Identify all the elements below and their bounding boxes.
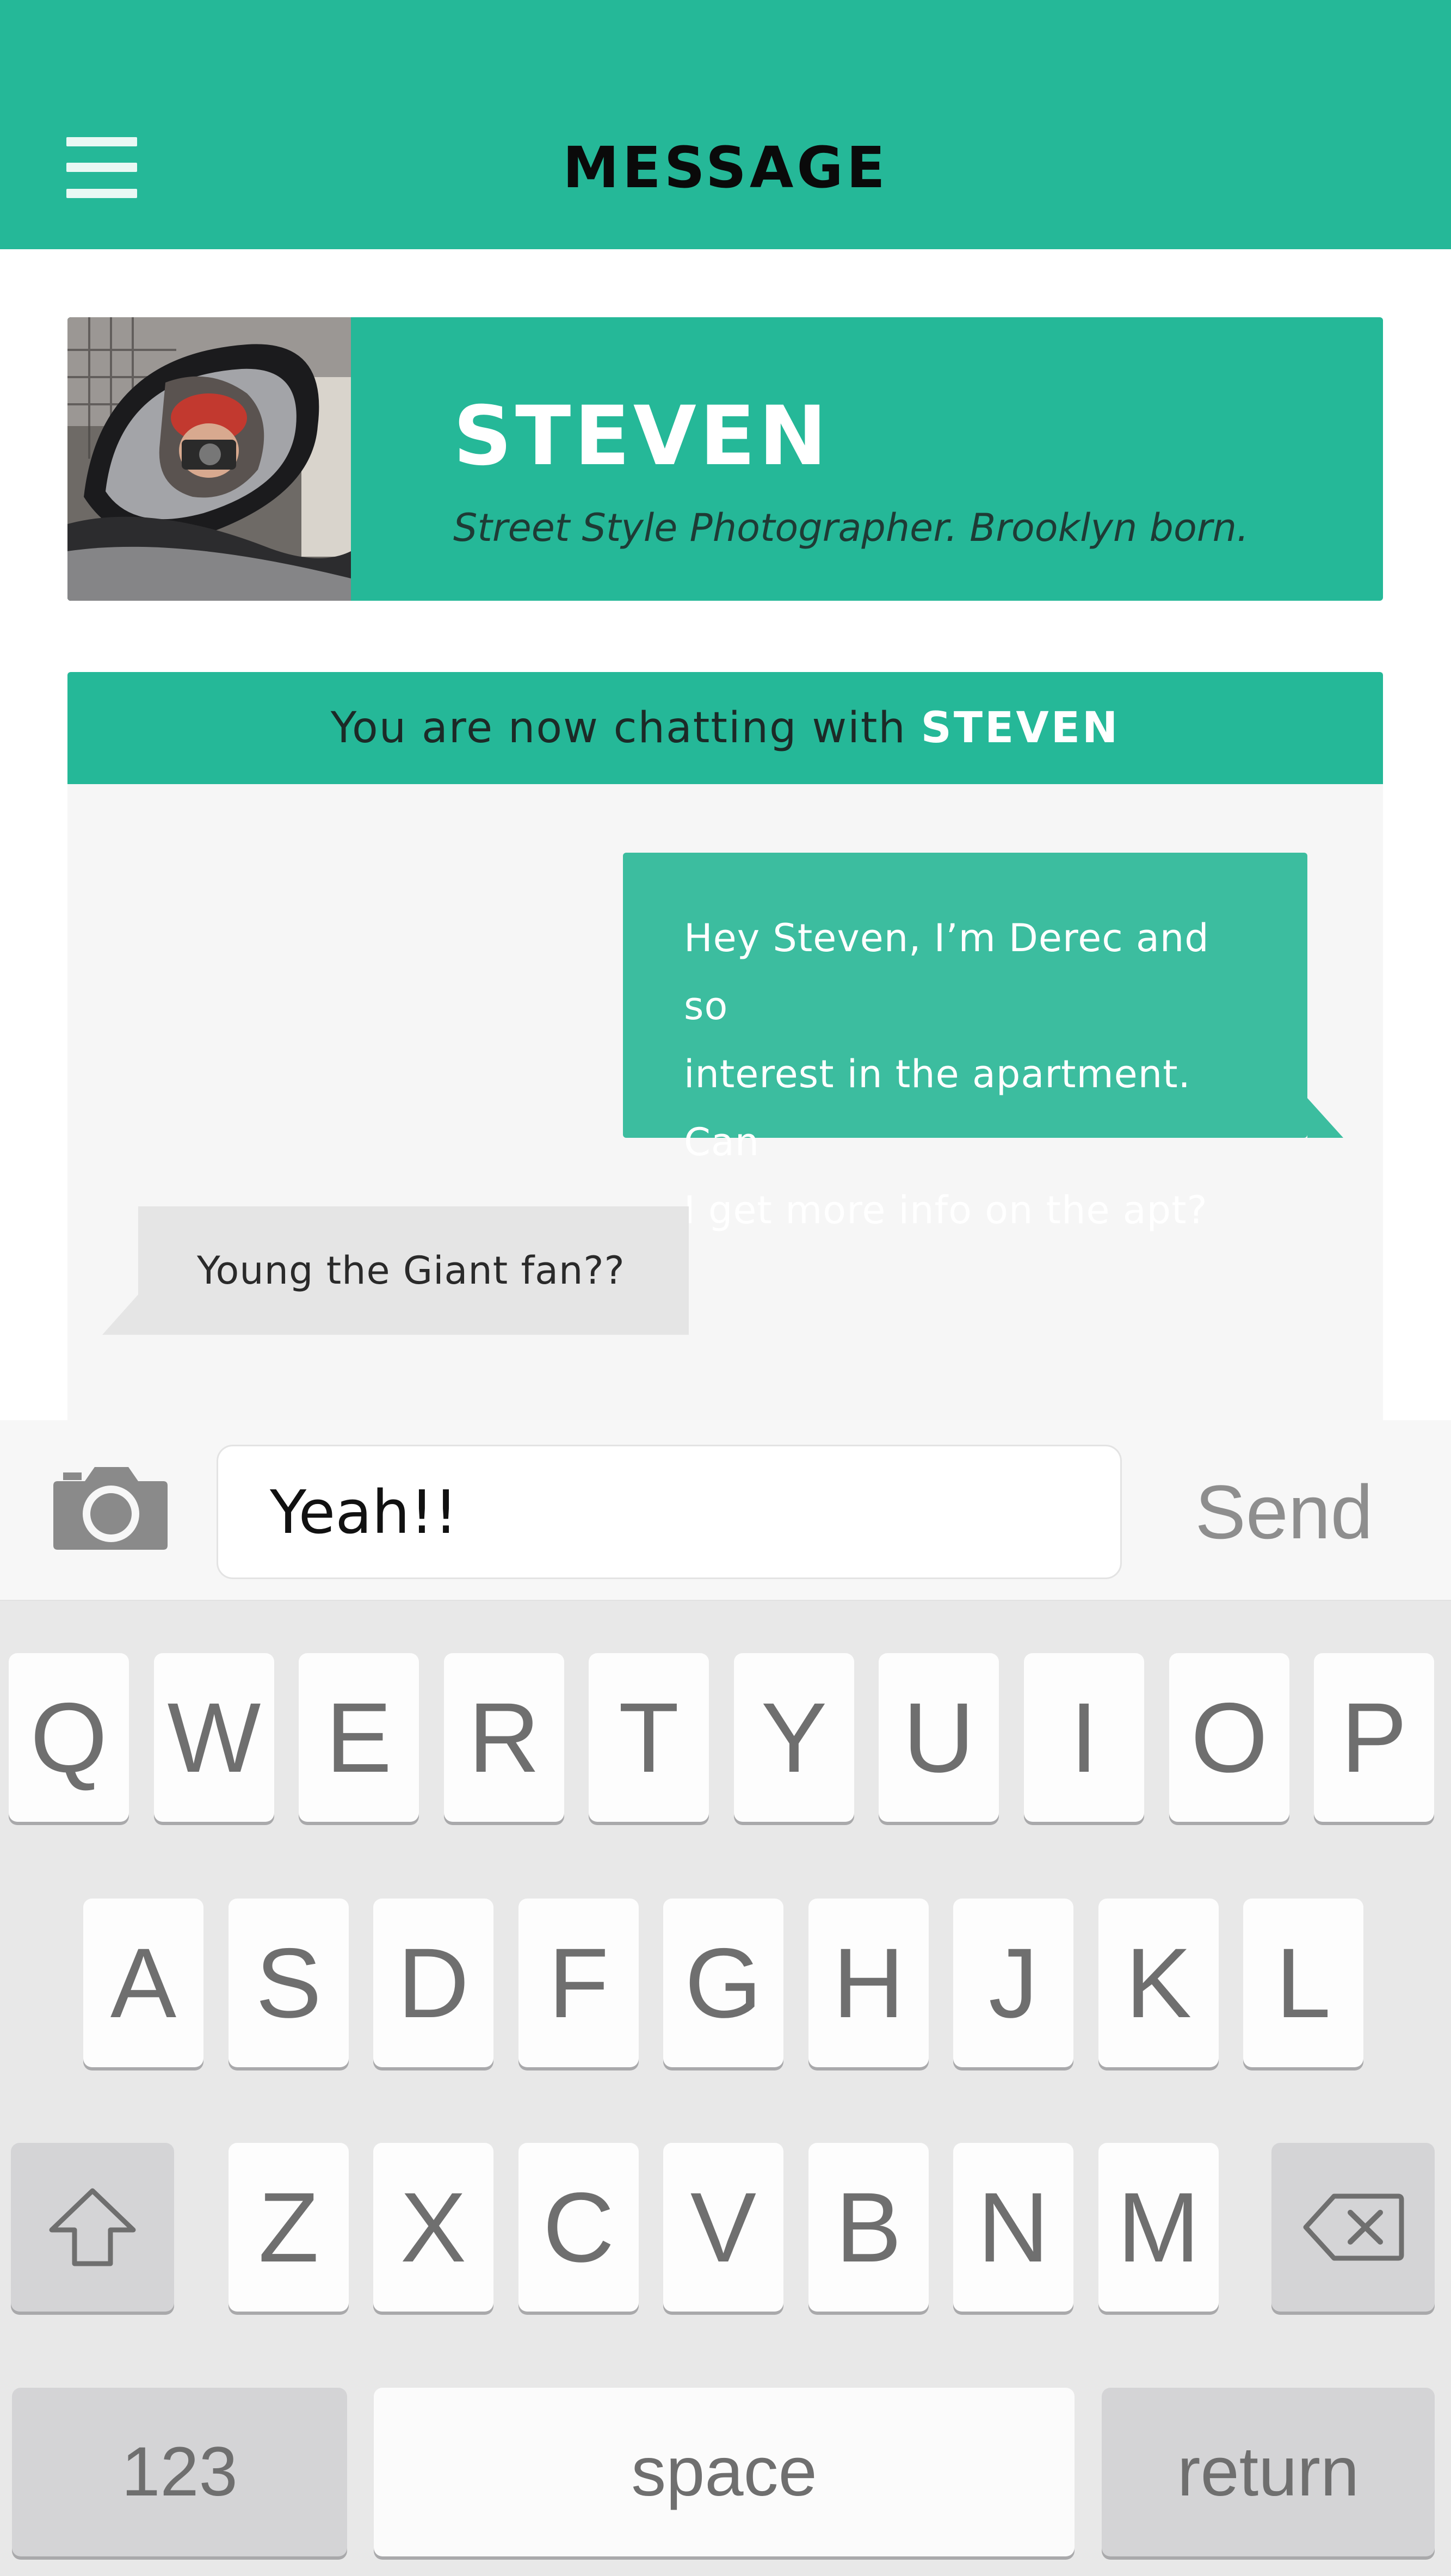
space-key[interactable]: space [374, 2388, 1075, 2556]
page-title: MESSAGE [563, 134, 888, 201]
key-i[interactable]: I [1024, 1653, 1144, 1822]
incoming-bubble-tail [102, 1295, 138, 1335]
key-g[interactable]: G [663, 1899, 783, 2067]
shift-arrow-icon [49, 2188, 136, 2266]
message-line: interest in the apartment. Can [684, 1052, 1191, 1164]
message-line: I get more info on the apt? [684, 1188, 1208, 1232]
profile-photo [67, 317, 351, 601]
backspace-icon [1303, 2193, 1404, 2261]
key-x[interactable]: X [373, 2143, 493, 2312]
camera-icon[interactable] [52, 1464, 169, 1551]
message-line: Hey Steven, I’m Derec and so [684, 916, 1209, 1028]
key-f[interactable]: F [518, 1899, 639, 2067]
key-k[interactable]: K [1098, 1899, 1219, 2067]
key-s[interactable]: S [229, 1899, 349, 2067]
key-j[interactable]: J [953, 1899, 1073, 2067]
key-y[interactable]: Y [734, 1653, 854, 1822]
key-n[interactable]: N [953, 2143, 1073, 2312]
numbers-key[interactable]: 123 [12, 2388, 347, 2556]
chat-banner-text: You are now chatting with [330, 704, 906, 753]
shift-key[interactable] [11, 2143, 174, 2312]
key-c[interactable]: C [518, 2143, 639, 2312]
key-v[interactable]: V [663, 2143, 783, 2312]
message-text: Young the Giant fan?? [197, 1248, 625, 1293]
key-p[interactable]: P [1314, 1653, 1434, 1822]
key-u[interactable]: U [879, 1653, 999, 1822]
key-h[interactable]: H [808, 1899, 929, 2067]
chat-banner-name: STEVEN [921, 704, 1120, 753]
app-header [0, 0, 1451, 249]
key-z[interactable]: Z [229, 2143, 349, 2312]
key-e[interactable]: E [299, 1653, 419, 1822]
key-w[interactable]: W [154, 1653, 274, 1822]
key-r[interactable]: R [444, 1653, 564, 1822]
key-o[interactable]: O [1169, 1653, 1289, 1822]
key-a[interactable]: A [83, 1899, 203, 2067]
key-l[interactable]: L [1243, 1899, 1363, 2067]
message-input[interactable] [217, 1445, 1122, 1579]
outgoing-bubble-tail [1307, 1098, 1343, 1138]
outgoing-message-bubble[interactable]: Hey Steven, I’m Derec and so interest in… [623, 853, 1307, 1232]
key-t[interactable]: T [589, 1653, 709, 1822]
camera-glyph [53, 1467, 168, 1550]
profile-bio: Street Style Photographer. Brooklyn born… [453, 506, 1249, 550]
chat-status-banner: You are now chatting with STEVEN [67, 672, 1383, 784]
key-q[interactable]: Q [9, 1653, 129, 1822]
onscreen-keyboard: Q W E R T Y U I O P A S D F G H J K L Z … [0, 1601, 1451, 2576]
key-m[interactable]: M [1098, 2143, 1219, 2312]
profile-name: STEVEN [453, 389, 830, 484]
return-key[interactable]: return [1102, 2388, 1435, 2556]
delete-key[interactable] [1271, 2143, 1435, 2312]
incoming-message-bubble[interactable]: Young the Giant fan?? [138, 1206, 689, 1335]
send-button[interactable]: Send [1170, 1445, 1398, 1579]
key-b[interactable]: B [808, 2143, 929, 2312]
car-mirror-selfie-image [67, 317, 351, 601]
key-d[interactable]: D [373, 1899, 493, 2067]
